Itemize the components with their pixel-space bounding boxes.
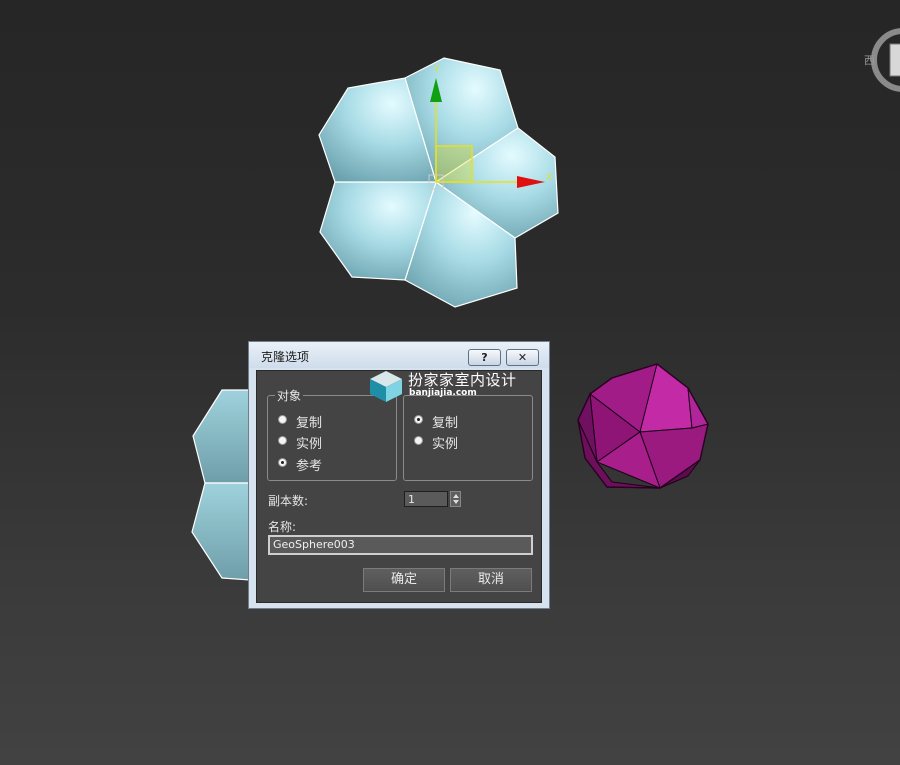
radio-label: 复制 xyxy=(432,416,459,431)
dialog-title: 克隆选项 xyxy=(261,350,310,364)
viewcube-icon[interactable] xyxy=(871,28,900,92)
flower-copy-object[interactable] xyxy=(191,389,251,581)
radio-label: 复制 xyxy=(296,416,323,431)
radio-label: 实例 xyxy=(296,437,323,452)
radio-label: 实例 xyxy=(432,437,459,452)
copies-label: 副本数: xyxy=(268,494,309,508)
spinner-up-icon[interactable] xyxy=(453,494,459,498)
gizmo-x-label: X xyxy=(546,173,552,183)
copies-spinner[interactable] xyxy=(450,491,461,507)
radio-button[interactable] xyxy=(414,436,423,445)
radio-button-selected[interactable] xyxy=(278,458,287,467)
radio-label: 参考 xyxy=(296,459,323,474)
dialog-body: 对象 复制 实例 参考 复制 实例 副本数: 1 名称: GeoSphere00… xyxy=(256,370,542,603)
geosphere-object[interactable] xyxy=(577,363,709,489)
radio-button-selected[interactable] xyxy=(414,415,423,424)
close-button[interactable]: ✕ xyxy=(506,349,539,366)
watermark-logo-icon xyxy=(370,371,402,402)
name-input[interactable]: GeoSphere003 xyxy=(268,535,533,555)
cancel-button[interactable]: 取消 xyxy=(450,568,532,592)
object-group-label: 对象 xyxy=(275,387,304,404)
name-label: 名称: xyxy=(268,520,297,534)
dialog-titlebar[interactable]: 克隆选项 ? ✕ xyxy=(249,342,549,368)
watermark-url: banjiajia.com xyxy=(409,388,477,398)
radio-button[interactable] xyxy=(278,436,287,445)
ok-button[interactable]: 确定 xyxy=(363,568,445,592)
viewcube-label: 西 xyxy=(864,54,875,67)
radio-button[interactable] xyxy=(278,415,287,424)
object-group: 对象 复制 实例 参考 xyxy=(267,387,397,481)
watermark-title: 扮家家室内设计 xyxy=(408,371,517,389)
watermark: 扮家家室内设计 banjiajia.com xyxy=(368,369,538,403)
spinner-down-icon[interactable] xyxy=(453,500,459,504)
help-button[interactable]: ? xyxy=(468,349,501,366)
controller-group: 复制 实例 xyxy=(403,395,533,481)
gizmo-y-label: Y xyxy=(433,65,440,75)
copies-input[interactable]: 1 xyxy=(404,491,448,507)
